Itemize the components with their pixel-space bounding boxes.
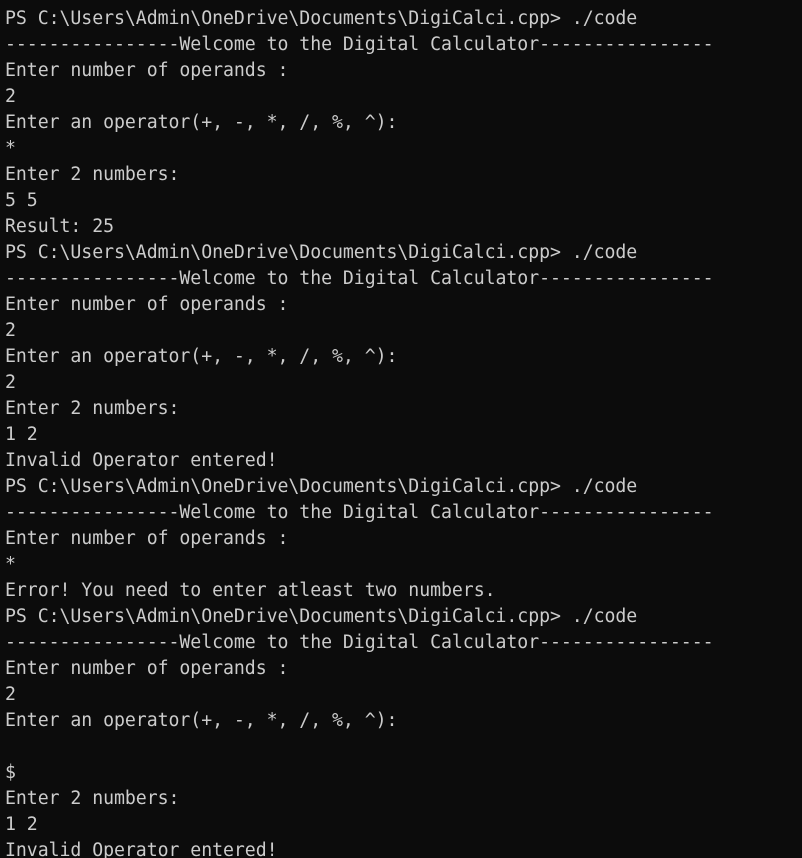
prompt-line: PS C:\Users\Admin\OneDrive\Documents\Dig… — [5, 8, 638, 29]
input-line: 2 — [5, 372, 16, 393]
prompt-line: PS C:\Users\Admin\OneDrive\Documents\Dig… — [5, 476, 638, 497]
output-line: Enter an operator(+, -, *, /, %, ^): — [5, 346, 398, 367]
output-line: Enter 2 numbers: — [5, 788, 180, 809]
result-line: Result: 25 — [5, 216, 114, 237]
output-line: Enter 2 numbers: — [5, 164, 180, 185]
output-line: Enter an operator(+, -, *, /, %, ^): — [5, 112, 398, 133]
error-line: Invalid Operator entered! — [5, 450, 278, 471]
error-line: Error! You need to enter atleast two num… — [5, 580, 496, 601]
welcome-banner: ----------------Welcome to the Digital C… — [5, 34, 714, 55]
welcome-banner: ----------------Welcome to the Digital C… — [5, 632, 714, 653]
output-line: Enter number of operands : — [5, 60, 289, 81]
input-line: 5 5 — [5, 190, 38, 211]
input-line: 2 — [5, 320, 16, 341]
output-line: Enter number of operands : — [5, 658, 289, 679]
error-line: Invalid Operator entered! — [5, 840, 278, 858]
welcome-banner: ----------------Welcome to the Digital C… — [5, 268, 714, 289]
output-line: Enter number of operands : — [5, 294, 289, 315]
prompt-line: PS C:\Users\Admin\OneDrive\Documents\Dig… — [5, 606, 638, 627]
welcome-banner: ----------------Welcome to the Digital C… — [5, 502, 714, 523]
input-line: 2 — [5, 86, 16, 107]
input-line: 1 2 — [5, 814, 38, 835]
input-line: * — [5, 138, 16, 159]
output-line: Enter 2 numbers: — [5, 398, 180, 419]
output-line: Enter number of operands : — [5, 528, 289, 549]
input-line: 1 2 — [5, 424, 38, 445]
terminal-output[interactable]: PS C:\Users\Admin\OneDrive\Documents\Dig… — [0, 0, 802, 858]
prompt-line: PS C:\Users\Admin\OneDrive\Documents\Dig… — [5, 242, 638, 263]
input-line: 2 — [5, 684, 16, 705]
input-line: $ — [5, 762, 16, 783]
output-line: Enter an operator(+, -, *, /, %, ^): — [5, 710, 398, 731]
input-line: * — [5, 554, 16, 575]
